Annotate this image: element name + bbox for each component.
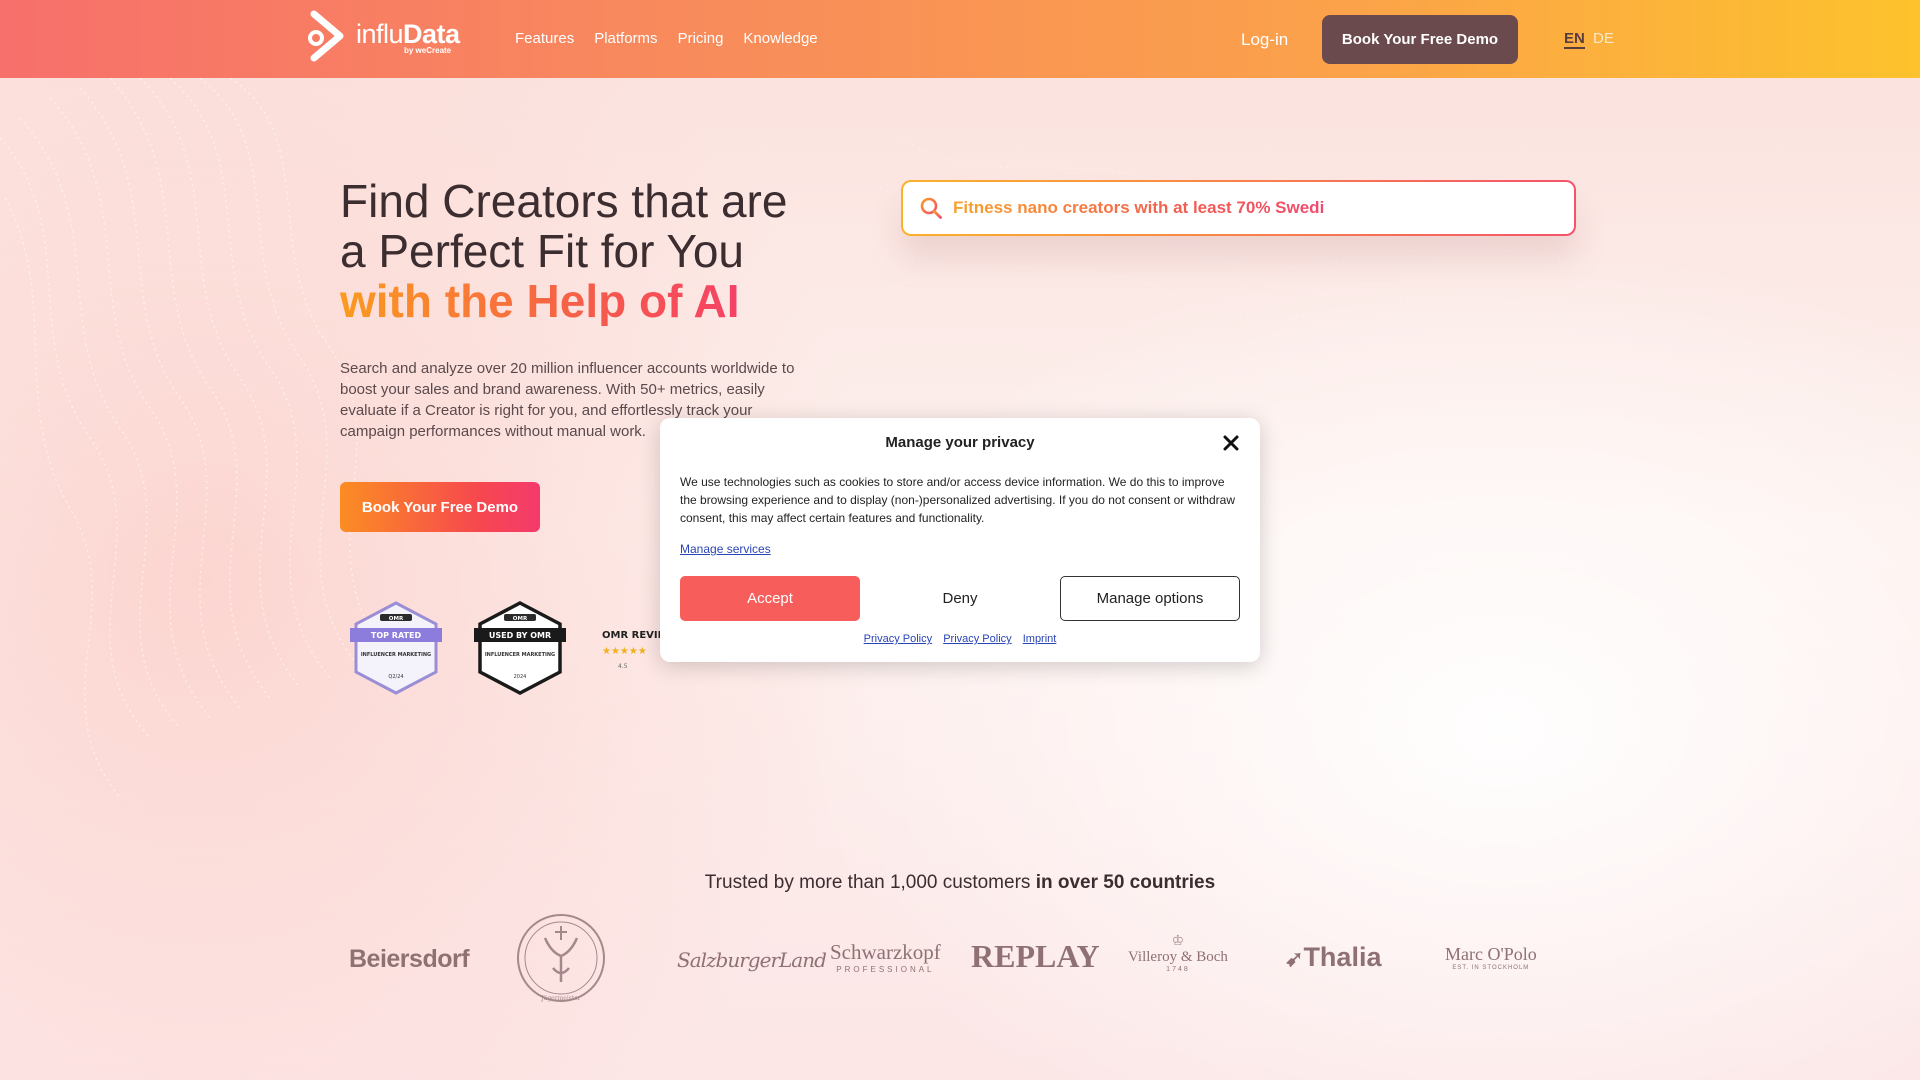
- search-icon: [920, 197, 942, 219]
- jagermeister-text: Jägermeister: [540, 995, 580, 1002]
- thalia-name: Thalia: [1303, 942, 1382, 972]
- infludata-logo[interactable]: influData by weCreate: [304, 8, 460, 66]
- used-by-omr-badge: OMR USED BY OMR INFLUENCER MARKETING 202…: [474, 600, 566, 696]
- imprint-link[interactable]: Imprint: [1023, 633, 1057, 645]
- thalia-bird-icon: ➹: [1285, 946, 1304, 971]
- crown-icon: ♔: [1171, 932, 1185, 948]
- header-book-demo-button[interactable]: Book Your Free Demo: [1322, 15, 1518, 64]
- privacy-policy-link-2[interactable]: Privacy Policy: [943, 633, 1011, 645]
- modal-body-text: We use technologies such as cookies to s…: [680, 475, 1235, 525]
- ai-search-bar[interactable]: Fitness nano creators with at least 70% …: [901, 180, 1576, 236]
- hero-title-line-2: a Perfect Fit for You: [340, 225, 745, 277]
- marc-opolo-logo: Marc O'Polo EST. IN STOCKHOLM: [1445, 944, 1537, 971]
- marc-opolo-sub: EST. IN STOCKHOLM: [1452, 965, 1530, 971]
- privacy-policy-link[interactable]: Privacy Policy: [864, 633, 932, 645]
- logo-name-bold: Data: [403, 18, 460, 49]
- schwarzkopf-sub: PROFESSIONAL: [836, 965, 935, 974]
- badge2-ribbon: USED BY OMR: [489, 631, 551, 640]
- rating-stars-icon: ★★★★★: [602, 646, 647, 657]
- hero-title-line-1: Find Creators that are: [340, 175, 788, 227]
- lang-de[interactable]: DE: [1593, 30, 1614, 47]
- logo-name-light: influ: [356, 18, 404, 49]
- trusted-bold-text: in over 50 countries: [1035, 872, 1216, 893]
- omr-top-rated-badge: OMR TOP RATED INFLUENCER MARKETING Q2/24: [350, 600, 442, 696]
- badge1-top: OMR: [389, 616, 404, 622]
- privacy-consent-modal: Manage your privacy We use technologies …: [660, 418, 1260, 662]
- nav-features[interactable]: Features: [515, 30, 574, 47]
- badge2-text: INFLUENCER MARKETING: [485, 652, 555, 658]
- manage-options-button[interactable]: Manage options: [1060, 576, 1240, 621]
- salzburgerland-logo: SalzburgerLand: [677, 948, 827, 972]
- marc-opolo-name: Marc O'Polo: [1445, 944, 1537, 964]
- badge3-rating: 4.5: [618, 663, 628, 670]
- schwarzkopf-logo: Schwarzkopf PROFESSIONAL: [830, 940, 941, 974]
- beiersdorf-logo: Beiersdorf: [349, 945, 470, 973]
- badge1-date: Q2/24: [388, 674, 403, 680]
- replay-logo: REPLAY: [971, 938, 1100, 974]
- trusted-by-heading: Trusted by more than 1,000 customers in …: [0, 872, 1920, 894]
- badge1-ribbon: TOP RATED: [371, 631, 422, 640]
- trusted-text: Trusted by more than 1,000 customers: [704, 872, 1031, 893]
- badge2-date: 2024: [514, 674, 527, 680]
- modal-footer-links: Privacy Policy Privacy Policy Imprint: [660, 633, 1260, 645]
- villeroy-boch-name: Villeroy & Boch: [1128, 949, 1228, 965]
- award-badges: OMR TOP RATED INFLUENCER MARKETING Q2/24…: [350, 600, 698, 696]
- top-navigation-bar: influData by weCreate Features Platforms…: [0, 0, 1920, 78]
- thalia-logo: ➹Thalia: [1285, 942, 1381, 973]
- accept-button[interactable]: Accept: [680, 576, 860, 621]
- villeroy-boch-logo: ♔ Villeroy & Boch 1748: [1128, 932, 1228, 973]
- nav-knowledge[interactable]: Knowledge: [743, 30, 817, 47]
- hero-title: Find Creators that are a Perfect Fit for…: [340, 176, 787, 326]
- modal-title: Manage your privacy: [885, 434, 1035, 451]
- jagermeister-logo: Jägermeister: [517, 914, 605, 1002]
- deny-button[interactable]: Deny: [870, 576, 1050, 621]
- nav-platforms[interactable]: Platforms: [594, 30, 657, 47]
- hero-book-demo-button[interactable]: Book Your Free Demo: [340, 482, 540, 532]
- close-icon[interactable]: [1220, 432, 1242, 454]
- customer-logos: Beiersdorf Jägermeister SalzburgerLand S…: [345, 912, 1560, 1012]
- villeroy-boch-year: 1748: [1166, 966, 1190, 973]
- badge1-text: INFLUENCER MARKETING: [361, 652, 431, 658]
- search-query-text: Fitness nano creators with at least 70% …: [953, 198, 1325, 217]
- manage-services-link[interactable]: Manage services: [680, 542, 771, 556]
- infludata-logo-icon: [308, 10, 344, 62]
- lang-en[interactable]: EN: [1564, 30, 1585, 49]
- main-nav: Features Platforms Pricing Knowledge: [515, 30, 818, 47]
- nav-pricing[interactable]: Pricing: [678, 30, 724, 47]
- hero-title-line-3: with the Help of AI: [340, 276, 787, 326]
- language-switcher: EN DE: [1564, 30, 1614, 49]
- login-link[interactable]: Log-in: [1241, 30, 1288, 50]
- schwarzkopf-name: Schwarzkopf: [830, 940, 941, 964]
- badge2-top: OMR: [513, 616, 528, 622]
